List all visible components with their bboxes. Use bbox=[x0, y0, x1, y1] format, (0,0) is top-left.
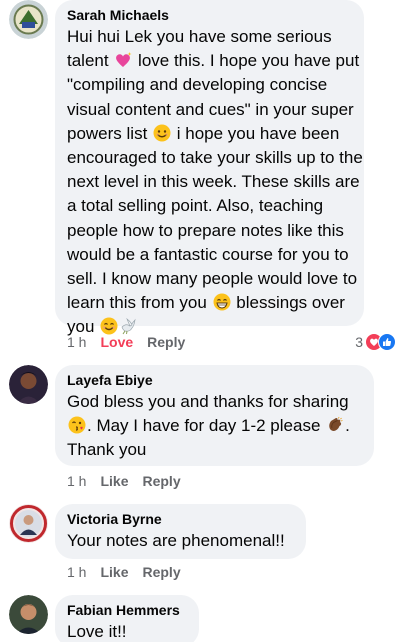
comment-bubble: Victoria Byrne Your notes are phenomenal… bbox=[55, 504, 306, 559]
text-fragment: blessings over bbox=[231, 293, 345, 313]
text-fragment: powers list bbox=[67, 123, 153, 143]
text-fragment: i hope you have been bbox=[172, 123, 340, 143]
reaction-summary[interactable]: 3 bbox=[355, 333, 396, 351]
comment-line: Love it!! bbox=[67, 622, 127, 641]
comment-text: God bless you and thanks for sharing . M… bbox=[67, 390, 362, 463]
comment-thread: Sarah Michaels Hui hui Lek you have some… bbox=[0, 0, 408, 642]
smiling-face-emoji bbox=[153, 124, 171, 142]
text-fragment: . May I have for day 1-2 please bbox=[87, 416, 326, 436]
comment-line: a total selling point. Also, teaching bbox=[67, 196, 324, 216]
comment-line: encouraged to take your skills up to the bbox=[67, 148, 363, 168]
comment-timestamp[interactable]: 1 h bbox=[67, 334, 86, 350]
sparkling-heart-emoji bbox=[114, 51, 132, 69]
comment-actions: 1 h Like Reply bbox=[67, 563, 195, 581]
comment-text: Love it!! bbox=[67, 620, 187, 642]
avatar[interactable] bbox=[9, 595, 48, 634]
comment-bubble: Sarah Michaels Hui hui Lek you have some… bbox=[55, 0, 364, 336]
comment-text: Hui hui Lek you have some serious talent… bbox=[67, 25, 363, 340]
clapping-hands-emoji bbox=[326, 416, 344, 434]
comment-line: would be a fantastic course for you to bbox=[67, 244, 349, 264]
comment-line: Your notes are phenomenal!! bbox=[67, 531, 285, 550]
comment-timestamp[interactable]: 1 h bbox=[67, 564, 86, 580]
comment-author[interactable]: Sarah Michaels bbox=[67, 6, 352, 24]
text-fragment: learn this from you bbox=[67, 293, 212, 313]
like-button[interactable]: Like bbox=[100, 564, 128, 580]
like-button[interactable]: Like bbox=[100, 473, 128, 489]
comment-author[interactable]: Layefa Ebiye bbox=[67, 371, 362, 389]
text-fragment: . bbox=[345, 416, 350, 436]
reply-button[interactable]: Reply bbox=[142, 473, 180, 489]
avatar[interactable] bbox=[9, 0, 48, 39]
avatar[interactable] bbox=[9, 504, 48, 543]
reply-button[interactable]: Reply bbox=[142, 564, 180, 580]
comment-timestamp[interactable]: 1 h bbox=[67, 473, 86, 489]
comment-author[interactable]: Fabian Hemmers bbox=[67, 601, 187, 619]
text-fragment: talent bbox=[67, 51, 114, 71]
comment-line: "compiling and developing concise bbox=[67, 75, 328, 95]
avatar[interactable] bbox=[9, 365, 48, 404]
comment-line: . May I have for day 1-2 please . bbox=[67, 414, 362, 438]
like-reaction-icon bbox=[378, 333, 396, 351]
comment-line: talent love this. I hope you have put bbox=[67, 49, 359, 73]
comment-author[interactable]: Victoria Byrne bbox=[67, 510, 294, 528]
comment-line: people how to prepare notes like this bbox=[67, 220, 344, 240]
comment-line: Hui hui Lek you have some serious bbox=[67, 27, 332, 46]
comment-text: Your notes are phenomenal!! bbox=[67, 529, 294, 553]
comment-line: God bless you and thanks for sharing bbox=[67, 392, 349, 411]
comment-actions: 1 h Like Reply bbox=[67, 472, 195, 490]
grinning-face-emoji bbox=[213, 293, 231, 311]
reaction-count: 3 bbox=[355, 334, 363, 350]
comment-line: powers list i hope you have been bbox=[67, 122, 352, 146]
text-fragment: love this. I hope you have put bbox=[133, 51, 360, 71]
comment-bubble: Layefa Ebiye God bless you and thanks fo… bbox=[55, 365, 374, 466]
comment-line: visual content and cues" in your super bbox=[67, 99, 354, 119]
love-button[interactable]: Love bbox=[100, 334, 133, 350]
reply-button[interactable]: Reply bbox=[147, 334, 185, 350]
comment-bubble: Fabian Hemmers Love it!! bbox=[55, 595, 199, 642]
comment-line: next level in this week. These skills ar… bbox=[67, 172, 360, 192]
comment-line: Thank you bbox=[67, 440, 147, 460]
comment-line: learn this from you blessings over bbox=[67, 291, 352, 315]
comment-line: sell. I know many people would love to bbox=[67, 269, 358, 289]
comment-actions: 1 h Love Reply bbox=[67, 333, 199, 351]
face-blowing-kiss-emoji bbox=[68, 416, 86, 434]
